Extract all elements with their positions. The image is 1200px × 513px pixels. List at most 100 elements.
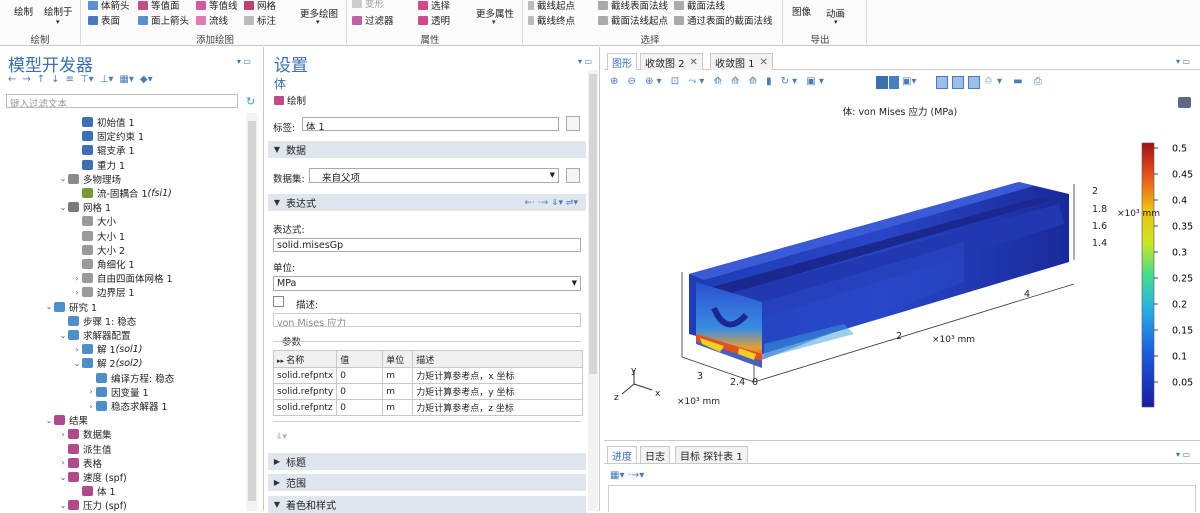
expand-toggle-icon[interactable]: ⌄ [72, 359, 82, 368]
grid-icon[interactable] [968, 76, 980, 89]
tree-item[interactable]: 派生值 [58, 442, 112, 456]
section-coloring[interactable]: ▼ 着色和样式 [268, 496, 586, 513]
camera-icon[interactable] [1178, 97, 1191, 108]
cell[interactable]: m [382, 399, 414, 416]
image-button[interactable]: 图像 [792, 4, 811, 18]
tab-convergence-2[interactable]: 收敛图 2 ✕ [640, 53, 703, 70]
cell[interactable]: m [382, 367, 414, 384]
tree-item[interactable]: 大小 1 [72, 229, 125, 243]
tree-item[interactable]: 步骤 1: 稳态 [58, 314, 136, 328]
cell[interactable]: 0 [336, 383, 384, 400]
wireframe-icon[interactable] [936, 76, 948, 89]
streamline-button[interactable]: 流线 [196, 13, 228, 27]
tree-item[interactable]: › 自由四面体网格 1 [72, 271, 173, 285]
expand-toggle-icon[interactable]: ⌄ [58, 331, 68, 340]
expand-toggle-icon[interactable]: › [72, 288, 82, 297]
tree-item[interactable]: ⌄ 结果 [44, 413, 88, 427]
isoline-button[interactable]: 等值线 [196, 0, 238, 12]
tab-log[interactable]: 日志 [640, 446, 670, 463]
transparency-button[interactable]: 透明 [418, 13, 450, 27]
tree-item[interactable]: › 因变量 1 [86, 385, 149, 399]
expand-toggle-icon[interactable]: › [72, 345, 82, 354]
back-arrow-icon[interactable]: ← [8, 74, 16, 85]
tab-convergence-1[interactable]: 收敛图 1 ✕ [710, 53, 773, 70]
arrow-volume-button[interactable]: 体箭头 [88, 0, 130, 12]
cell[interactable]: solid.refpntz [272, 399, 338, 416]
expand-toggle-icon[interactable]: ⌄ [44, 302, 54, 311]
cell[interactable]: 力矩计算参考点，z 坐标 [412, 399, 584, 416]
draw-in-button[interactable]: 绘制于 [44, 4, 73, 18]
section-data[interactable]: ▼ 数据 [268, 141, 586, 158]
section-expression[interactable]: ▼ 表达式 ←· ·→ ⇓▾ ⇌▾ [268, 194, 586, 211]
light-icon[interactable] [876, 76, 888, 89]
cutline-surface-normal-button[interactable]: 截线表面法线 [598, 0, 668, 12]
cutline-end-button[interactable]: 截线终点 [528, 13, 575, 27]
show-icon[interactable]: ≡ [66, 74, 74, 85]
expand-toggle-icon[interactable]: ⌄ [58, 203, 68, 212]
tree-item[interactable]: 角细化 1 [72, 257, 135, 271]
tree-item[interactable]: › 表格 [58, 456, 102, 470]
collapse-icon[interactable]: ⊥▾ [100, 74, 114, 85]
chevron-down-icon[interactable]: ▾ [56, 18, 60, 26]
transparency-icon[interactable]: ▣▾ [902, 76, 916, 87]
tree-item[interactable]: ⌄ 研究 1 [44, 300, 97, 314]
cell[interactable]: m [382, 383, 414, 400]
refresh-icon[interactable]: ↻ [246, 95, 255, 108]
surface-button[interactable]: 表面 [88, 13, 120, 27]
expand-toggle-icon[interactable]: › [58, 458, 68, 467]
table-tools-icon[interactable]: ⇓▾ [275, 432, 287, 442]
cell[interactable]: 0 [336, 399, 384, 416]
export-icon[interactable]: ♲▾ ▬ ⎙ [984, 76, 1046, 87]
tag-field[interactable]: 体 1 [302, 117, 559, 131]
expand-toggle-icon[interactable]: › [72, 274, 82, 283]
cutplane-through-surface-button[interactable]: 通过表面的截面法线 [674, 13, 773, 27]
draw-button[interactable]: 绘制 [274, 93, 306, 107]
unit-select[interactable]: MPa ▼ [273, 276, 581, 291]
pin-icon[interactable]: ▾ ▭ [1176, 450, 1190, 459]
mesh-button[interactable]: 网格 [244, 0, 276, 12]
cell[interactable]: 0 [336, 367, 384, 384]
tree-item[interactable]: 流-固耦合 1 (fsi1) [72, 186, 172, 200]
pin-icon[interactable]: ▾ ▭ [1176, 57, 1190, 66]
expand-toggle-icon[interactable]: ⌄ [58, 174, 68, 183]
tree-item[interactable]: 大小 [72, 214, 116, 228]
tree-item[interactable]: ⌄ 压力 (spf) [58, 498, 127, 511]
tree-item[interactable]: ⌄ 多物理场 [58, 172, 121, 186]
filter-button[interactable]: 过滤器 [352, 13, 394, 27]
cell[interactable]: 力矩计算参考点，y 坐标 [412, 383, 584, 400]
tree-item[interactable]: 大小 2 [72, 243, 125, 257]
tree-item[interactable]: ⌄ 求解器配置 [58, 328, 131, 342]
plot-canvas[interactable]: 0.5 0.45 0.4 0.35 0.3 0.25 0.2 0.15 0.1 0.05 [604, 112, 1200, 432]
tree-item[interactable]: 体 1 [72, 484, 116, 498]
chevron-down-icon[interactable] [889, 76, 899, 89]
down-arrow-icon[interactable]: ↓ [51, 74, 59, 85]
deformation-button[interactable]: 变形 [352, 0, 384, 10]
tree-item[interactable]: › 稳态求解器 1 [86, 399, 168, 413]
tree-item[interactable]: 重力 1 [72, 158, 125, 172]
tree-item[interactable]: › 边界层 1 [72, 285, 135, 299]
tree-item[interactable]: 编译方程: 稳态 [86, 371, 174, 385]
description-field[interactable]: von Mises 应力 [273, 313, 581, 327]
expand-icon[interactable]: ⊤▾ [80, 74, 94, 85]
tag-edit-icon[interactable] [566, 116, 580, 131]
table-row[interactable]: solid.refpnty 0 m 力矩计算参考点，y 坐标 [272, 383, 584, 400]
tree-item[interactable]: › 数据集 [58, 427, 112, 441]
draw-button[interactable]: 绘制 [14, 4, 33, 18]
cutplane-normal-button[interactable]: 截面法线 [674, 0, 725, 12]
cutline-start-button[interactable]: 截线起点 [528, 0, 575, 12]
up-arrow-icon[interactable]: ↑ [37, 74, 45, 85]
tree-item[interactable]: ⌄ 解 2 (sol2) [72, 356, 143, 371]
table-row[interactable]: solid.refpntx 0 m 力矩计算参考点，x 坐标 [272, 367, 584, 384]
settings-icon[interactable]: ◆▾ [140, 74, 153, 85]
tab-graphics[interactable]: 图形 [607, 53, 637, 70]
render-icon[interactable] [952, 76, 964, 89]
expand-toggle-icon[interactable]: › [86, 387, 96, 396]
tree-item[interactable]: ⌄ 速度 (spf) [58, 470, 127, 484]
close-icon[interactable]: ✕ [690, 57, 698, 68]
tree-item[interactable]: 辊支承 1 [72, 143, 135, 157]
section-title[interactable]: ▶ 标题 [268, 453, 586, 470]
chevron-down-icon[interactable]: ▾ [316, 18, 320, 26]
expand-toggle-icon[interactable]: ⌄ [44, 416, 54, 425]
tree-scrollbar[interactable] [246, 113, 258, 511]
expand-toggle-icon[interactable]: › [86, 402, 96, 411]
